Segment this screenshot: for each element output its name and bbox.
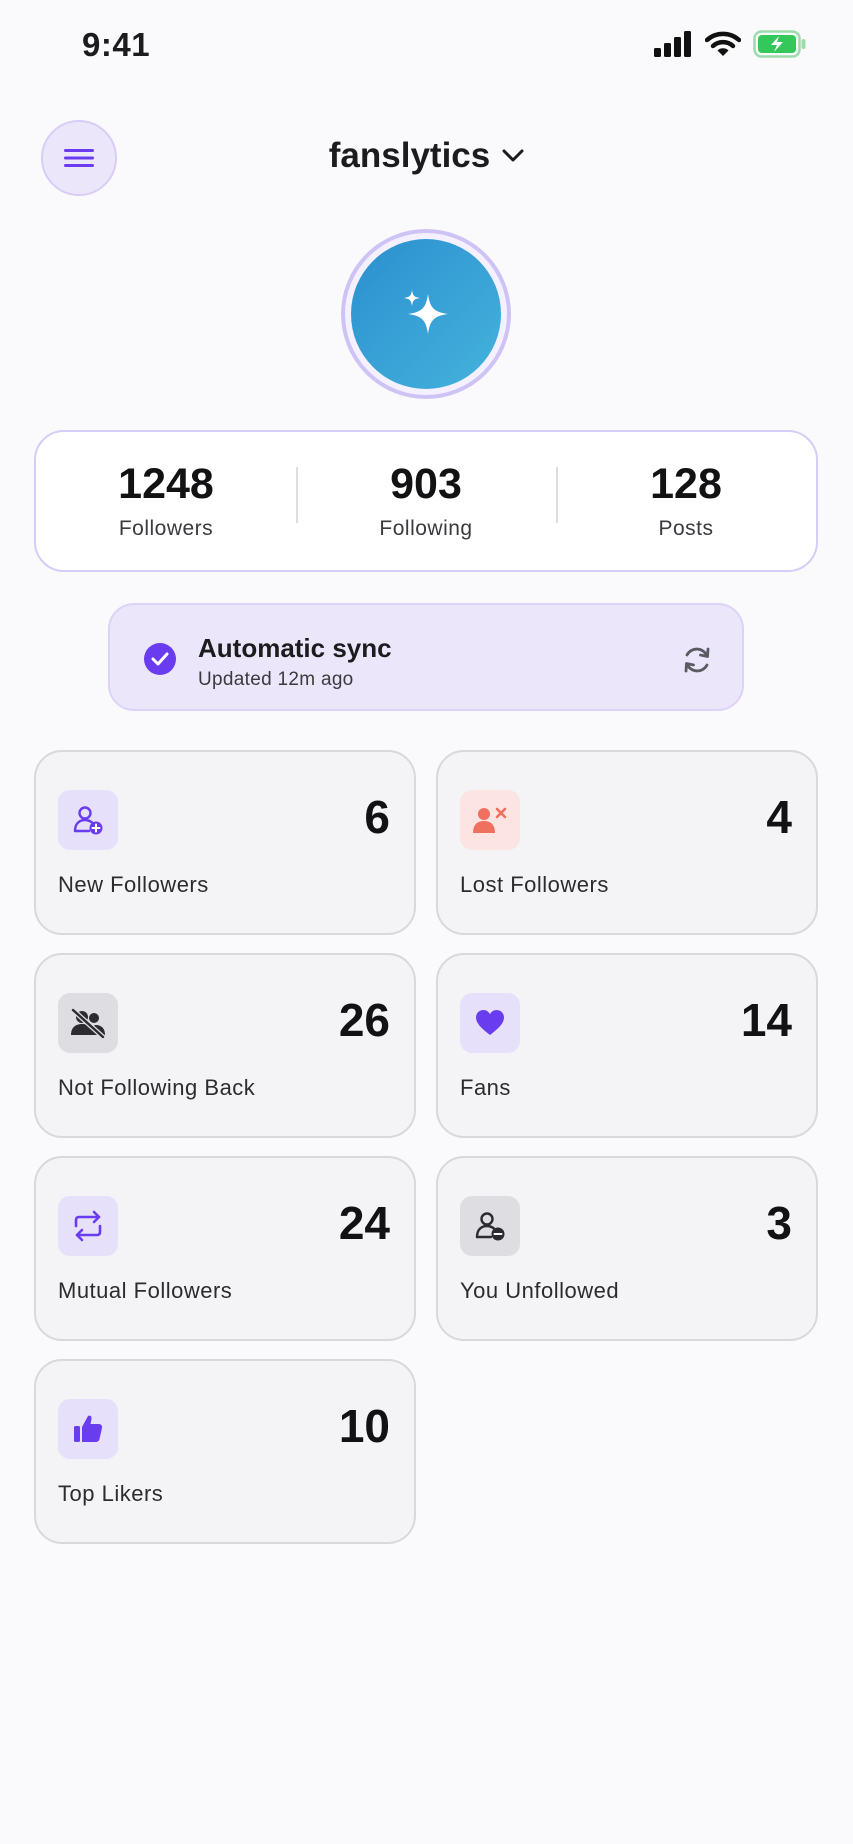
heart-icon xyxy=(460,993,520,1053)
check-circle-icon xyxy=(144,643,176,675)
avatar-image xyxy=(351,239,501,389)
card-count: 6 xyxy=(364,791,390,843)
status-bar: 9:41 xyxy=(0,0,853,94)
card-count: 26 xyxy=(338,994,390,1046)
card-new-followers[interactable]: 6 New Followers xyxy=(34,750,416,935)
status-icons xyxy=(653,30,807,58)
card-you-unfollowed[interactable]: 3 You Unfollowed xyxy=(436,1156,818,1341)
wifi-icon xyxy=(705,31,741,56)
card-count: 14 xyxy=(740,994,792,1046)
sparkles-icon xyxy=(404,290,448,334)
stat-posts[interactable]: 128 Posts xyxy=(556,461,816,540)
card-mutual-followers[interactable]: 24 Mutual Followers xyxy=(34,1156,416,1341)
stat-value: 128 xyxy=(650,460,722,509)
avatar[interactable] xyxy=(341,229,511,399)
card-label: New Followers xyxy=(58,872,209,897)
card-label: Top Likers xyxy=(58,1481,164,1506)
refresh-icon[interactable] xyxy=(680,643,714,677)
battery-icon xyxy=(753,30,806,58)
stat-label: Following xyxy=(379,516,473,540)
card-label: Lost Followers xyxy=(460,872,609,897)
people-crossed-icon xyxy=(58,993,118,1053)
card-count: 4 xyxy=(766,791,792,843)
stat-followers[interactable]: 1248 Followers xyxy=(36,461,296,540)
card-lost-followers[interactable]: 4 Lost Followers xyxy=(436,750,818,935)
card-count: 10 xyxy=(338,1400,390,1452)
sync-banner[interactable]: Automatic sync Updated 12m ago xyxy=(108,603,744,711)
account-name: fanslytics xyxy=(328,136,491,175)
stat-value: 1248 xyxy=(118,460,214,509)
card-label: Mutual Followers xyxy=(58,1278,233,1303)
person-minus-icon xyxy=(460,1196,520,1256)
account-switcher[interactable]: fanslytics xyxy=(0,136,853,176)
card-top-likers[interactable]: 10 Top Likers xyxy=(34,1359,416,1544)
person-remove-icon xyxy=(460,790,520,850)
status-time: 9:41 xyxy=(82,26,151,63)
stat-value: 903 xyxy=(390,460,462,509)
repeat-icon xyxy=(58,1196,118,1256)
profile-stats: 1248 Followers 903 Following 128 Posts xyxy=(34,430,818,572)
home-screen: 9:41 fanslytics 1248 Followers 903 Follo… xyxy=(0,0,853,1844)
card-label: Fans xyxy=(460,1075,511,1100)
sync-title: Automatic sync xyxy=(198,633,392,663)
sync-subtitle: Updated 12m ago xyxy=(198,669,354,690)
stat-label: Posts xyxy=(658,516,714,540)
stat-label: Followers xyxy=(118,516,214,540)
card-not-following-back[interactable]: 26 Not Following Back xyxy=(34,953,416,1138)
chevron-down-icon xyxy=(502,149,524,162)
person-add-icon xyxy=(58,790,118,850)
card-count: 24 xyxy=(338,1197,390,1249)
thumbs-up-icon xyxy=(58,1399,118,1459)
card-count: 3 xyxy=(766,1197,792,1249)
card-fans[interactable]: 14 Fans xyxy=(436,953,818,1138)
stat-following[interactable]: 903 Following xyxy=(296,461,556,540)
card-label: You Unfollowed xyxy=(460,1278,620,1303)
card-label: Not Following Back xyxy=(58,1075,256,1100)
signal-icon xyxy=(654,31,691,57)
